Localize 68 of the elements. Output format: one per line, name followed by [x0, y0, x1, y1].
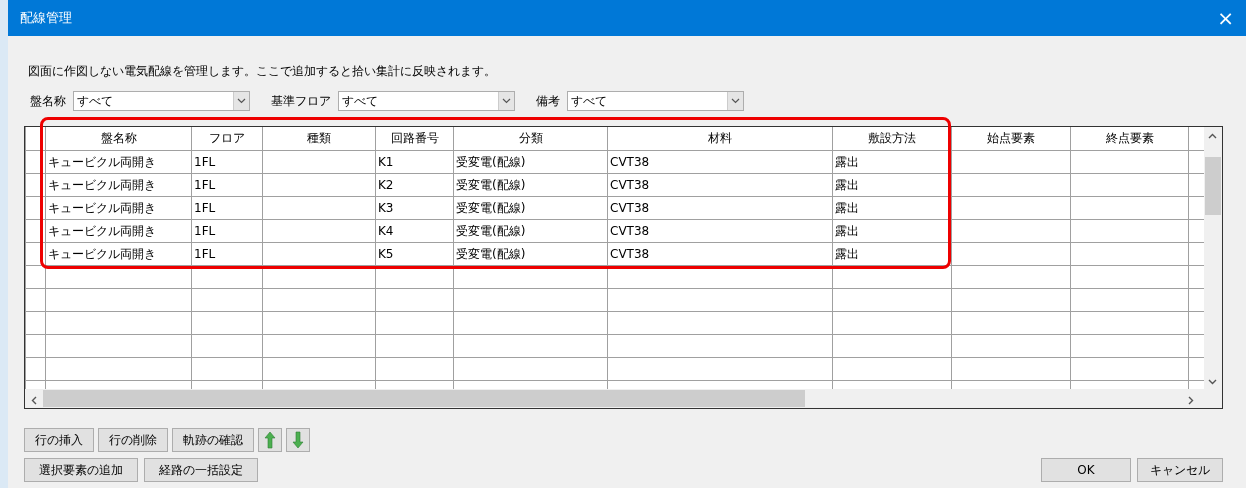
scroll-thumb[interactable] [43, 390, 805, 407]
toolbar-button[interactable]: 行の削除 [98, 428, 168, 452]
move-up-button[interactable] [258, 428, 282, 452]
table-cell: キュービクル両開き [45, 219, 192, 242]
column-header[interactable]: 始点要素 [951, 127, 1071, 150]
filter-dropdown[interactable]: すべて [73, 91, 250, 111]
move-down-button[interactable] [286, 428, 310, 452]
column-header[interactable]: 種類 [262, 127, 376, 150]
close-button[interactable]: × [1217, 8, 1234, 28]
table-cell: 露出 [832, 150, 952, 173]
table-cell: 1FL [191, 150, 263, 173]
filter-label: 基準フロア [271, 93, 331, 110]
table-cell: 1FL [191, 173, 263, 196]
table-cell: キュービクル両開き [45, 173, 192, 196]
toolbar-button[interactable]: 行の挿入 [24, 428, 94, 452]
table-cell: 受変電(配線) [453, 219, 608, 242]
arrow-up-icon [263, 431, 277, 449]
arrow-down-icon [291, 431, 305, 449]
table-cell: K2 [375, 173, 454, 196]
table-cell: K3 [375, 196, 454, 219]
column-header[interactable]: 終点要素 [1070, 127, 1189, 150]
filter-dropdown[interactable]: すべて [338, 91, 515, 111]
vertical-scrollbar[interactable] [1204, 127, 1222, 390]
table-cell: 1FL [191, 242, 263, 265]
column-header[interactable]: フロア [191, 127, 263, 150]
horizontal-scrollbar[interactable] [25, 389, 1222, 408]
column-header[interactable]: 盤名称 [45, 127, 192, 150]
table-cell: 受変電(配線) [453, 150, 608, 173]
table-cell: 露出 [832, 219, 952, 242]
chevron-down-icon [731, 98, 740, 104]
table-cell: CVT38 [607, 196, 833, 219]
scroll-right-icon[interactable] [1188, 394, 1194, 405]
window-title: 配線管理 [20, 9, 72, 28]
table-cell: CVT38 [607, 173, 833, 196]
filter-label: 盤名称 [30, 93, 66, 110]
table-cell: K5 [375, 242, 454, 265]
column-header[interactable]: 分類 [453, 127, 608, 150]
table-cell: キュービクル両開き [45, 150, 192, 173]
table-cell: CVT38 [607, 219, 833, 242]
filter-dropdown[interactable]: すべて [567, 91, 744, 111]
table-cell: 受変電(配線) [453, 196, 608, 219]
toolbar-button[interactable]: 軌跡の確認 [172, 428, 254, 452]
chevron-down-icon [502, 98, 511, 104]
column-header[interactable]: 回路番号 [375, 127, 454, 150]
table-cell: CVT38 [607, 242, 833, 265]
filter-label: 備考 [536, 93, 560, 110]
toolbar-button[interactable]: 経路の一括設定 [144, 458, 258, 482]
toolbar-button[interactable]: 選択要素の追加 [24, 458, 138, 482]
column-header[interactable]: 敷設方法 [832, 127, 952, 150]
chevron-down-icon [237, 98, 246, 104]
table-cell: キュービクル両開き [45, 196, 192, 219]
table-cell: K1 [375, 150, 454, 173]
table-cell: 受変電(配線) [453, 173, 608, 196]
table-cell: キュービクル両開き [45, 242, 192, 265]
scroll-left-icon[interactable] [31, 394, 37, 405]
dialog-button[interactable]: キャンセル [1137, 458, 1223, 482]
table-cell: 1FL [191, 219, 263, 242]
table-cell: 受変電(配線) [453, 242, 608, 265]
dialog-button[interactable]: OK [1041, 458, 1131, 482]
table-cell: 露出 [832, 196, 952, 219]
table-cell: 露出 [832, 242, 952, 265]
table-cell: 露出 [832, 173, 952, 196]
table-cell: K4 [375, 219, 454, 242]
description-text: 図面に作図しない電気配線を管理します。ここで追加すると拾い集計に反映されます。 [27, 63, 497, 80]
scroll-thumb[interactable] [1205, 157, 1221, 215]
table-cell: 1FL [191, 196, 263, 219]
table-cell: CVT38 [607, 150, 833, 173]
column-header[interactable]: 材料 [607, 127, 833, 150]
